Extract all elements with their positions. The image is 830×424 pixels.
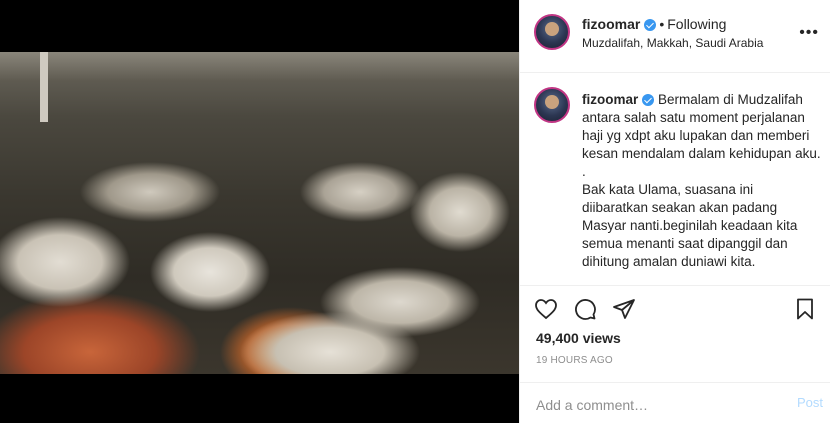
caption-dot-line: .: [582, 164, 586, 179]
heart-icon[interactable]: [534, 297, 558, 321]
separator-dot: •: [659, 16, 665, 32]
more-options-icon[interactable]: •••: [799, 24, 819, 42]
header-user-line: fizoomar • Following: [582, 16, 726, 32]
location-link[interactable]: Muzdalifah, Makkah, Saudi Arabia: [582, 36, 763, 50]
post-media: [0, 0, 519, 423]
caption-username[interactable]: fizoomar: [582, 92, 638, 107]
following-button[interactable]: Following: [667, 16, 726, 32]
post-video[interactable]: [0, 52, 519, 374]
caption: fizoomar Bermalam di Mudzalifah antara s…: [582, 91, 822, 271]
comment-icon[interactable]: [573, 297, 597, 321]
comment-bar: Post: [520, 382, 830, 424]
share-icon[interactable]: [612, 297, 636, 321]
avatar[interactable]: [534, 14, 570, 50]
post-header: fizoomar • Following Muzdalifah, Makkah, S…: [520, 0, 830, 73]
post-sidebar: fizoomar • Following Muzdalifah, Makkah, S…: [519, 0, 830, 423]
username-link[interactable]: fizoomar: [582, 16, 640, 32]
post-timestamp[interactable]: 19 HOURS AGO: [536, 355, 613, 366]
background-wall: [0, 52, 519, 82]
background-pole: [40, 52, 48, 122]
verified-badge-icon: [642, 94, 655, 107]
caption-section: fizoomar Bermalam di Mudzalifah antara s…: [520, 73, 830, 285]
comment-input[interactable]: [534, 394, 778, 416]
caption-paragraph-2: Bak kata Ulama, suasana ini diibaratkan …: [582, 182, 798, 269]
verified-badge-icon: [644, 19, 657, 32]
caption-paragraph: fizoomar Bermalam di Mudzalifah antara s…: [582, 91, 822, 163]
view-count[interactable]: 49,400 views: [536, 330, 621, 346]
caption-avatar[interactable]: [534, 87, 570, 123]
save-icon[interactable]: [793, 297, 817, 321]
post-button[interactable]: Post: [797, 395, 823, 410]
